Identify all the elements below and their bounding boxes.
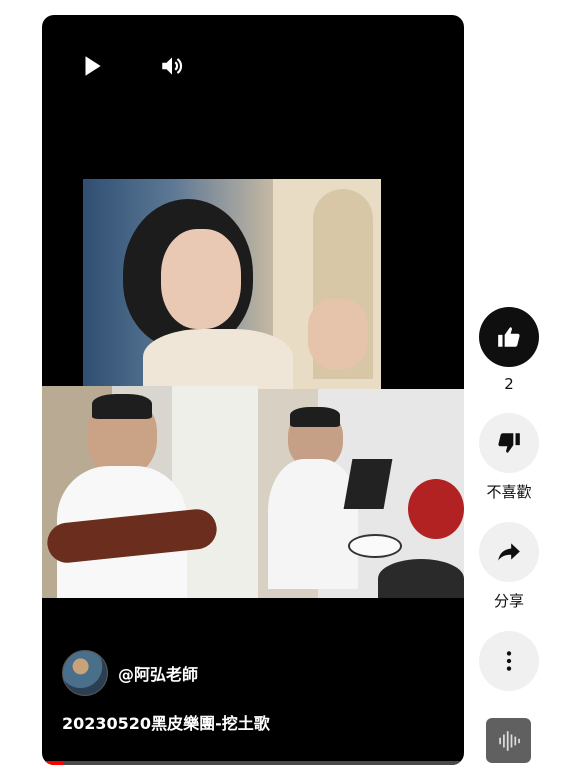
thumbs-down-icon (498, 433, 520, 453)
channel-name[interactable]: @阿弘老師 (118, 661, 198, 685)
channel-row: @阿弘老師 (62, 650, 444, 696)
video-title[interactable]: 20230520黑皮樂團-挖土歌 (62, 710, 444, 734)
play-button[interactable] (79, 53, 105, 79)
dislike-action: 不喜歡 (479, 413, 539, 502)
channel-avatar[interactable] (62, 650, 108, 696)
like-action: 2 (479, 307, 539, 393)
play-icon (85, 56, 101, 76)
like-count: 2 (504, 375, 514, 393)
dislike-button[interactable] (479, 413, 539, 473)
action-column: 2 不喜歡 分享 (479, 307, 539, 711)
shorts-player[interactable]: @阿弘老師 20230520黑皮樂團-挖土歌 (42, 15, 464, 765)
like-button[interactable] (479, 307, 539, 367)
volume-button[interactable] (159, 53, 185, 79)
more-action (479, 631, 539, 691)
share-arrow-icon (498, 543, 520, 561)
volume-icon (162, 57, 183, 75)
progress-bar[interactable] (42, 761, 464, 765)
video-frame-singer (83, 179, 381, 389)
video-frame-drummer (258, 389, 464, 598)
sound-button[interactable] (486, 718, 531, 763)
video-frame-guitarist (42, 386, 258, 598)
more-vertical-icon (506, 651, 512, 671)
thumbs-up-icon (498, 327, 520, 347)
share-label: 分享 (493, 592, 524, 610)
progress-fill (42, 761, 64, 765)
sound-wave-icon (498, 730, 520, 751)
dislike-label: 不喜歡 (486, 483, 532, 501)
more-button[interactable] (479, 631, 539, 691)
share-action: 分享 (479, 522, 539, 611)
share-button[interactable] (479, 522, 539, 582)
video-info: @阿弘老師 20230520黑皮樂團-挖土歌 (62, 650, 444, 734)
